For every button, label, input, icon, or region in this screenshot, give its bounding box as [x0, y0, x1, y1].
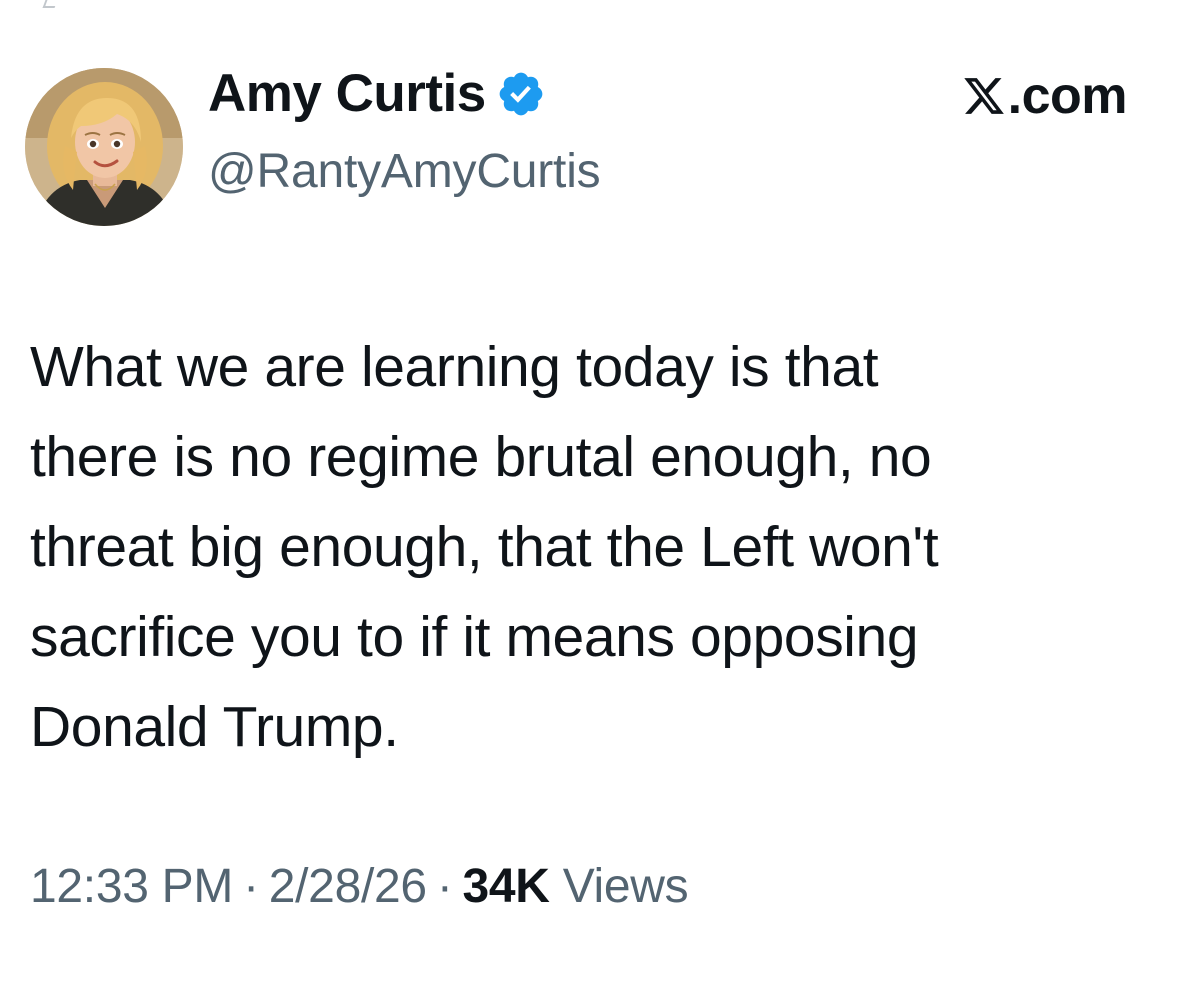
tweet-line: Donald Trump.: [30, 695, 399, 759]
tweet-date[interactable]: 2/28/26: [269, 860, 427, 913]
tweet-text: What we are learning today is that there…: [30, 322, 1150, 772]
x-logo-icon: [962, 74, 1006, 118]
meta-separator: ·: [436, 860, 453, 913]
tweet-meta: 12:33 PM · 2/28/26 · 34K Views: [30, 855, 689, 919]
tweet-line: What we are learning today is that: [30, 335, 879, 399]
avatar-illustration: [25, 68, 183, 226]
author-display-name[interactable]: Amy Curtis: [208, 62, 486, 126]
tweet-card: Amy Curtis @RantyAmyCurtis .com What we …: [0, 0, 1179, 999]
tweet-line: there is no regime brutal enough, no: [30, 425, 932, 489]
views-label[interactable]: Views: [563, 860, 689, 913]
cropped-fragment: [42, 0, 58, 8]
views-count[interactable]: 34K: [463, 860, 550, 913]
author-name-row: Amy Curtis: [208, 62, 546, 126]
tweet-line: threat big enough, that the Left won't: [30, 515, 939, 579]
brand-label: .com: [962, 64, 1128, 128]
meta-separator: ·: [243, 860, 259, 913]
avatar[interactable]: [25, 68, 183, 226]
author-handle[interactable]: @RantyAmyCurtis: [208, 140, 601, 204]
tweet-time[interactable]: 12:33 PM: [30, 860, 233, 913]
tweet-line: sacrifice you to if it means opposing: [30, 605, 919, 669]
verified-badge-icon: [496, 69, 546, 119]
brand-text: .com: [1007, 67, 1128, 125]
